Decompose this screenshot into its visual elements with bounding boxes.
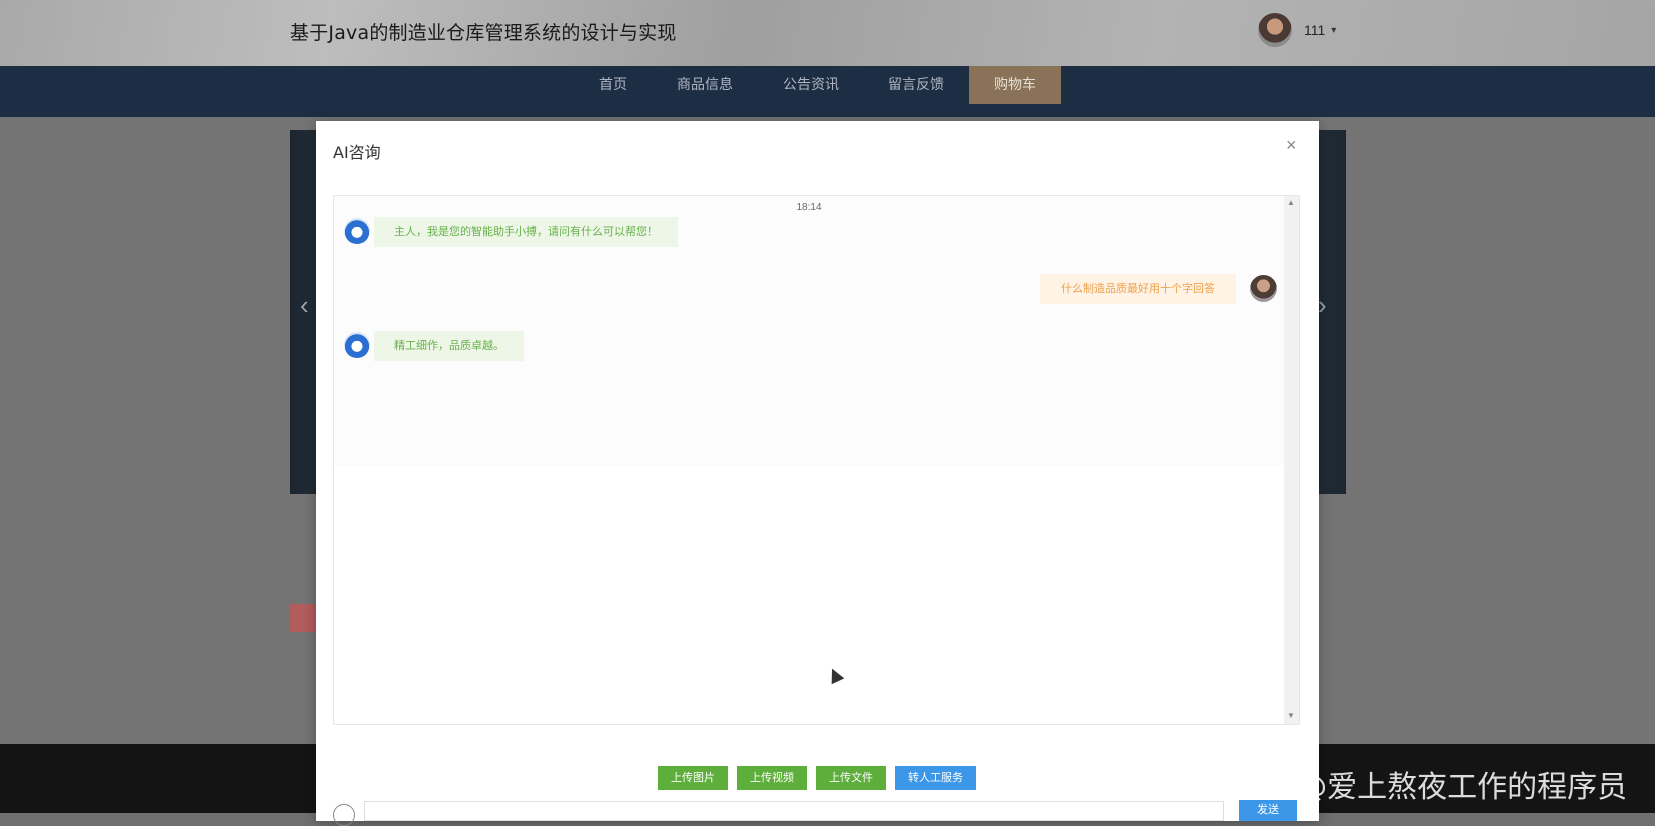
upload-file-button[interactable]: 上传文件 — [816, 766, 886, 790]
mouse-cursor-icon — [825, 665, 845, 685]
avatar[interactable] — [1258, 13, 1292, 47]
bot-message: 精工细作，品质卓越。 — [374, 331, 524, 361]
watermark: CSDN @爱上熬夜工作的程序员 — [1202, 770, 1628, 805]
message-input[interactable] — [364, 801, 1224, 821]
nav-item-home[interactable]: 首页 — [583, 66, 643, 104]
chat-window[interactable]: 18:14 主人，我是您的智能助手小搏，请问有什么可以帮您！ 什么制造品质最好用… — [333, 195, 1300, 725]
user-menu[interactable]: 111 ▾ — [1258, 12, 1336, 48]
carousel-prev-icon[interactable]: ‹ — [300, 290, 309, 321]
nav-item-cart[interactable]: 购物车 — [969, 66, 1061, 104]
upload-image-button[interactable]: 上传图片 — [658, 766, 728, 790]
close-icon[interactable]: × — [1286, 135, 1297, 156]
nav-item-announcements[interactable]: 公告资讯 — [771, 66, 851, 104]
site-title: 基于Java的制造业仓库管理系统的设计与实现 — [290, 22, 677, 44]
chevron-down-icon[interactable]: ▾ — [1331, 25, 1336, 36]
upload-video-button[interactable]: 上传视频 — [737, 766, 807, 790]
chat-timestamp: 18:14 — [796, 202, 822, 213]
carousel-next-icon[interactable]: › — [1318, 290, 1327, 321]
chat-history: 18:14 主人，我是您的智能助手小搏，请问有什么可以帮您！ 什么制造品质最好用… — [334, 196, 1284, 466]
site-header: 基于Java的制造业仓库管理系统的设计与实现 111 ▾ — [0, 0, 1655, 66]
main-nav: 首页 商品信息 公告资讯 留言反馈 购物车 — [0, 66, 1655, 117]
avatar — [1250, 275, 1277, 302]
bot-avatar-icon — [344, 218, 370, 244]
user-message: 什么制造品质最好用十个字回答 — [1040, 274, 1236, 304]
nav-item-products[interactable]: 商品信息 — [665, 66, 745, 104]
chat-scrollbar[interactable]: ▲ ▼ — [1284, 196, 1299, 724]
ai-consult-dialog: AI咨询 × 18:14 主人，我是您的智能助手小搏，请问有什么可以帮您！ 什么… — [316, 121, 1319, 826]
user-name[interactable]: 111 — [1304, 22, 1325, 38]
bot-message: 主人，我是您的智能助手小搏，请问有什么可以帮您！ — [374, 217, 678, 247]
emoji-icon[interactable] — [333, 804, 355, 826]
scroll-up-icon[interactable]: ▲ — [1287, 198, 1295, 207]
bot-avatar-icon — [344, 332, 370, 358]
transfer-human-button[interactable]: 转人工服务 — [895, 766, 976, 790]
scroll-down-icon[interactable]: ▼ — [1287, 711, 1295, 720]
message-input-row: 发送 — [316, 799, 1319, 826]
nav-item-feedback[interactable]: 留言反馈 — [876, 66, 956, 104]
dialog-title: AI咨询 — [333, 143, 381, 162]
